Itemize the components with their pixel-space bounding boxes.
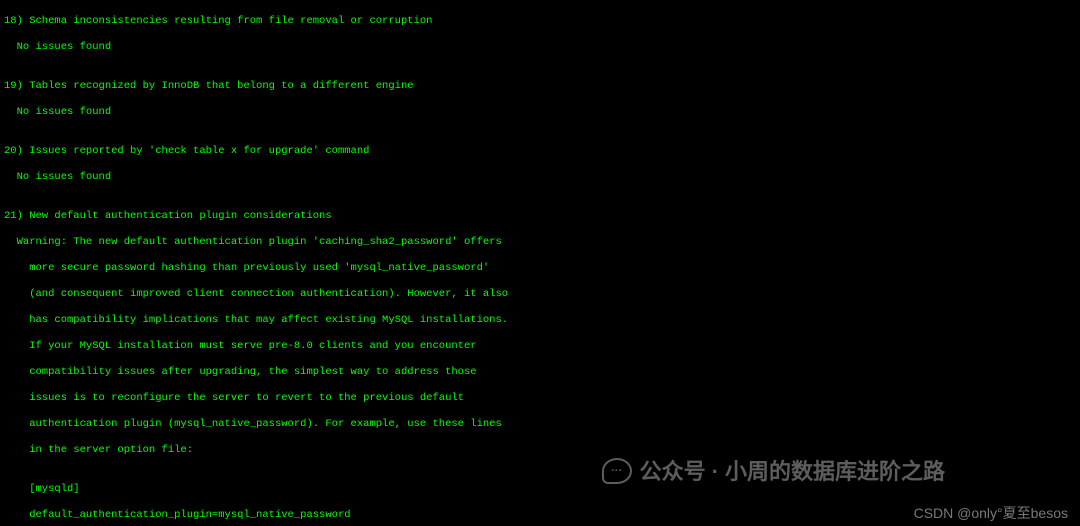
output-line: compatibility issues after upgrading, th…	[4, 366, 1076, 379]
output-line: [mysqld]	[4, 483, 1076, 496]
output-line: 18) Schema inconsistencies resulting fro…	[4, 15, 1076, 28]
output-line: No issues found	[4, 106, 1076, 119]
output-line: 20) Issues reported by 'check table x fo…	[4, 145, 1076, 158]
output-line: default_authentication_plugin=mysql_nati…	[4, 509, 1076, 522]
output-line: No issues found	[4, 171, 1076, 184]
output-line: 21) New default authentication plugin co…	[4, 210, 1076, 223]
output-line: issues is to reconfigure the server to r…	[4, 392, 1076, 405]
output-line: more secure password hashing than previo…	[4, 262, 1076, 275]
output-line: in the server option file:	[4, 444, 1076, 457]
output-line: 19) Tables recognized by InnoDB that bel…	[4, 80, 1076, 93]
output-line: has compatibility implications that may …	[4, 314, 1076, 327]
output-line: (and consequent improved client connecti…	[4, 288, 1076, 301]
output-line: If your MySQL installation must serve pr…	[4, 340, 1076, 353]
output-line: Warning: The new default authentication …	[4, 236, 1076, 249]
output-line: authentication plugin (mysql_native_pass…	[4, 418, 1076, 431]
output-line: No issues found	[4, 41, 1076, 54]
terminal-output[interactable]: 18) Schema inconsistencies resulting fro…	[0, 0, 1080, 526]
